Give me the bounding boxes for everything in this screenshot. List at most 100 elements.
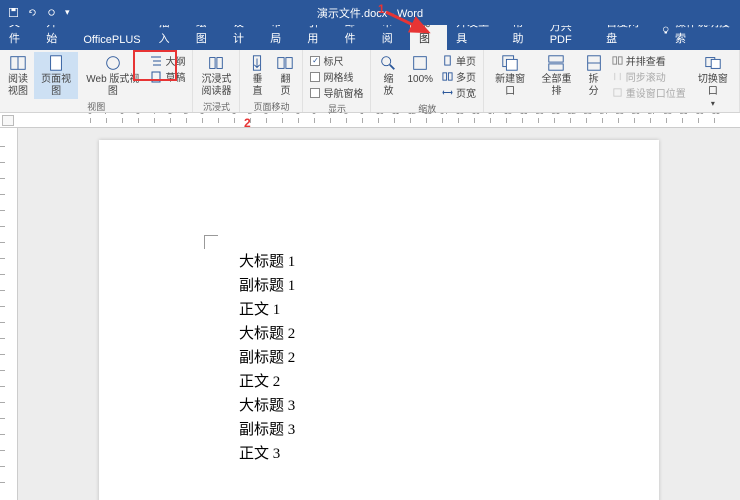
draft-button[interactable]: 草稿 bbox=[150, 69, 185, 84]
outline-button[interactable]: 大纲 bbox=[150, 53, 185, 68]
draft-label: 草稿 bbox=[165, 69, 185, 84]
multi-page-button[interactable]: 多页 bbox=[442, 69, 476, 84]
ruler-checkbox[interactable]: ✓标尺 bbox=[310, 53, 363, 68]
undo-icon[interactable] bbox=[27, 7, 38, 18]
ribbon-group-zoom: 缩 放 100% 单页 多页 页宽 缩放 bbox=[371, 50, 484, 112]
ruler-tick: 16 bbox=[474, 118, 490, 123]
gridlines-checkbox[interactable]: 网格线 bbox=[310, 69, 363, 84]
ruler-tick: 5 bbox=[138, 118, 154, 123]
ruler-tick: 15 bbox=[458, 118, 474, 123]
zoom-button[interactable]: 缩 放 bbox=[375, 52, 401, 99]
ruler-tick: 18 bbox=[506, 118, 522, 123]
ruler-tick bbox=[0, 226, 5, 242]
resetpos-icon bbox=[612, 87, 623, 98]
reset-pos-button[interactable]: 重设窗口位置 bbox=[612, 85, 686, 100]
web-layout-label: Web 版式视图 bbox=[84, 74, 141, 97]
page-width-label: 页宽 bbox=[456, 85, 476, 100]
side-to-side-button[interactable]: 翻 页 bbox=[272, 52, 298, 99]
document-text-line[interactable]: 副标题 3 bbox=[239, 418, 659, 442]
annotation-arrow bbox=[384, 8, 434, 38]
ruler-tick: 25 bbox=[618, 118, 634, 123]
ruler-tick: 26 bbox=[634, 118, 650, 123]
document-text-line[interactable]: 副标题 2 bbox=[239, 346, 659, 370]
ruler-tick bbox=[0, 434, 5, 450]
vertical-icon bbox=[248, 54, 266, 72]
ruler-tick: 11 bbox=[394, 118, 410, 123]
hundred-label: 100% bbox=[407, 74, 433, 86]
document-text-line[interactable]: 正文 3 bbox=[239, 442, 659, 466]
print-layout-button[interactable]: 页面视图 bbox=[34, 52, 78, 99]
ribbon-group-immersive: 沉浸式 阅读器 沉浸式 bbox=[193, 50, 240, 112]
ruler-tick bbox=[0, 306, 5, 322]
ribbon-group-window: 新建窗口 全部重排 拆分 并排查看 同步滚动 重设窗口位置 切换窗口 ▾ 窗口 bbox=[484, 50, 740, 112]
ruler-tick: 23 bbox=[586, 118, 602, 123]
document-page[interactable]: 大标题 1副标题 1正文 1大标题 2副标题 2正文 2大标题 3副标题 3正文… bbox=[99, 140, 659, 500]
ruler-tick: 3 bbox=[170, 118, 186, 123]
navpane-checkbox[interactable]: 导航窗格 bbox=[310, 85, 363, 100]
ruler-tick bbox=[0, 370, 5, 386]
ribbon-group-views: 阅读 视图 页面视图 Web 版式视图 大纲 草稿 视图 bbox=[0, 50, 193, 112]
ruler-tick: 27 bbox=[650, 118, 666, 123]
page-area[interactable]: 大标题 1副标题 1正文 1大标题 2副标题 2正文 2大标题 3副标题 3正文… bbox=[18, 128, 740, 500]
web-layout-icon bbox=[104, 54, 122, 72]
save-icon[interactable] bbox=[8, 7, 19, 18]
ruler-tick: 14 bbox=[442, 118, 458, 123]
switch-windows-button[interactable]: 切换窗口 ▾ bbox=[691, 52, 735, 110]
ruler-tick bbox=[0, 386, 5, 402]
switch-icon bbox=[704, 54, 722, 72]
ruler-tick: 1 bbox=[202, 118, 218, 123]
one-page-button[interactable]: 单页 bbox=[442, 53, 476, 68]
immersive-reader-label: 沉浸式 阅读器 bbox=[201, 74, 231, 97]
page-width-button[interactable]: 页宽 bbox=[442, 85, 476, 100]
draft-icon bbox=[150, 71, 162, 83]
ruler-tick: 19 bbox=[522, 118, 538, 123]
outline-icon bbox=[150, 55, 162, 67]
immersive-reader-button[interactable]: 沉浸式 阅读器 bbox=[197, 52, 235, 99]
document-text-line[interactable]: 正文 2 bbox=[239, 370, 659, 394]
document-text-line[interactable]: 大标题 3 bbox=[239, 394, 659, 418]
side-by-side-button[interactable]: 并排查看 bbox=[612, 53, 686, 68]
hundred-percent-button[interactable]: 100% bbox=[403, 52, 437, 88]
new-window-label: 新建窗口 bbox=[492, 74, 528, 97]
document-text-line[interactable]: 正文 1 bbox=[239, 298, 659, 322]
read-mode-button[interactable]: 阅读 视图 bbox=[4, 52, 32, 99]
split-label: 拆分 bbox=[585, 74, 603, 97]
split-button[interactable]: 拆分 bbox=[581, 52, 607, 99]
document-text-line[interactable]: 大标题 1 bbox=[239, 250, 659, 274]
ruler-tick bbox=[0, 274, 5, 290]
ruler-tick: 20 bbox=[538, 118, 554, 123]
ruler-tick: 3 bbox=[266, 118, 282, 123]
ruler-tick: 29 bbox=[682, 118, 698, 123]
ruler-tick bbox=[0, 194, 5, 210]
read-mode-label: 阅读 视图 bbox=[8, 74, 28, 97]
arrange-all-button[interactable]: 全部重排 bbox=[534, 52, 578, 99]
print-layout-label: 页面视图 bbox=[38, 74, 74, 97]
ruler-tick bbox=[0, 466, 5, 482]
arrange-label: 全部重排 bbox=[538, 74, 574, 97]
document-text-line[interactable]: 大标题 2 bbox=[239, 322, 659, 346]
vertical-label: 垂 直 bbox=[252, 74, 262, 97]
tab-officeplus[interactable]: OfficePLUS bbox=[74, 30, 149, 50]
lightbulb-icon bbox=[661, 25, 671, 36]
vertical-ruler[interactable] bbox=[0, 128, 18, 500]
new-window-button[interactable]: 新建窗口 bbox=[488, 52, 532, 99]
redo-icon[interactable] bbox=[46, 7, 57, 18]
pagemove-group-label: 页面移动 bbox=[244, 99, 298, 113]
ruler-tick: 2 bbox=[250, 118, 266, 123]
switch-label: 切换窗口 bbox=[695, 74, 731, 97]
qat-more-icon[interactable]: ▾ bbox=[65, 7, 70, 18]
ruler-tick bbox=[0, 258, 5, 274]
ruler-tick bbox=[0, 210, 5, 226]
navpane-label: 导航窗格 bbox=[323, 85, 363, 100]
ruler-tick: 8 bbox=[346, 118, 362, 123]
split-icon bbox=[585, 54, 603, 72]
horizontal-ruler[interactable]: 0765432112345678910111213141516171819202… bbox=[0, 113, 740, 128]
sync-scroll-button[interactable]: 同步滚动 bbox=[612, 69, 686, 84]
document-text-line[interactable]: 副标题 1 bbox=[239, 274, 659, 298]
ruler-tick bbox=[218, 118, 234, 123]
new-window-icon bbox=[501, 54, 519, 72]
vertical-button[interactable]: 垂 直 bbox=[244, 52, 270, 99]
web-layout-button[interactable]: Web 版式视图 bbox=[80, 52, 145, 99]
ruler-tick bbox=[0, 242, 5, 258]
ruler-tick: 7 bbox=[106, 118, 122, 123]
